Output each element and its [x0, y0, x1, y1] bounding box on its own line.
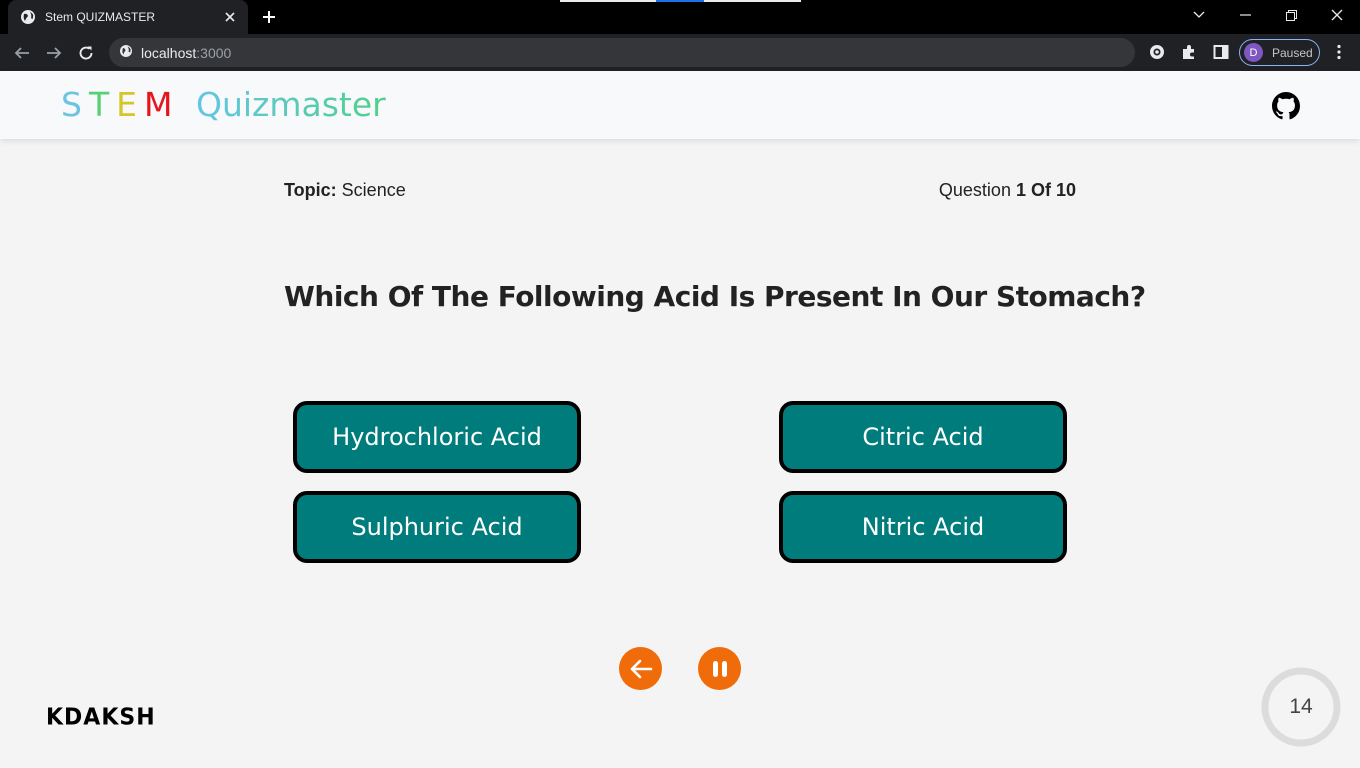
forward-arrow-icon[interactable] — [41, 40, 67, 66]
logo-letter-t: T — [88, 85, 110, 124]
logo-letter-m: M — [143, 85, 173, 124]
browser-toolbar: localhost:3000 D Paused — [0, 34, 1360, 71]
logo-letter-e: E — [116, 85, 137, 124]
tab-strip-highlight-accent — [656, 0, 704, 2]
tab-search-chevron-down-icon[interactable] — [1176, 0, 1222, 30]
topic-line: Topic: Science — [284, 180, 406, 201]
side-panel-icon[interactable] — [1211, 42, 1231, 62]
previous-button[interactable] — [619, 647, 662, 690]
browser-tab-strip: Stem QUIZMASTER — [0, 0, 1360, 34]
option-button-1[interactable]: Hydrochloric Acid — [293, 401, 581, 473]
url-host: localhost — [141, 44, 197, 61]
github-icon[interactable] — [1272, 92, 1300, 120]
topic-label: Topic: — [284, 180, 337, 200]
profile-button[interactable]: D Paused — [1239, 39, 1320, 66]
globe-icon — [20, 9, 36, 25]
author-signature: KDAKSH — [46, 704, 156, 731]
timer-value: 14 — [1289, 695, 1313, 718]
question-text: Which Of The Following Acid Is Present I… — [284, 280, 1146, 313]
app-header: STEM Quizmaster — [0, 71, 1360, 139]
minimize-icon[interactable] — [1222, 0, 1268, 30]
extensions-puzzle-icon[interactable] — [1179, 42, 1199, 62]
profile-status-label: Paused — [1272, 45, 1313, 60]
close-icon[interactable] — [222, 9, 238, 25]
option-button-2[interactable]: Citric Acid — [779, 401, 1067, 473]
option-button-4[interactable]: Nitric Acid — [779, 491, 1067, 563]
window-close-icon[interactable] — [1314, 0, 1360, 30]
site-permissions-icon[interactable] — [1147, 42, 1167, 62]
url-port: :3000 — [196, 44, 232, 61]
question-counter-progress: 1 Of 10 — [1015, 180, 1076, 200]
kebab-menu-icon[interactable] — [1329, 42, 1349, 62]
option-button-3[interactable]: Sulphuric Acid — [293, 491, 581, 563]
browser-tab[interactable]: Stem QUIZMASTER — [8, 0, 248, 34]
pause-icon — [712, 660, 727, 677]
tab-title: Stem QUIZMASTER — [45, 10, 156, 24]
question-counter-label: Question — [938, 180, 1011, 200]
url-text: localhost:3000 — [141, 45, 231, 61]
new-tab-plus-icon[interactable] — [259, 7, 279, 27]
avatar: D — [1244, 43, 1263, 62]
app-logo[interactable]: STEM Quizmaster — [61, 85, 386, 124]
tab-strip-highlight-end — [704, 0, 801, 2]
restore-icon[interactable] — [1268, 0, 1314, 30]
address-bar[interactable]: localhost:3000 — [109, 38, 1135, 67]
pause-button[interactable] — [698, 647, 741, 690]
reload-icon[interactable] — [73, 40, 99, 66]
countdown-timer: 14 — [1258, 664, 1344, 750]
logo-letter-s: S — [61, 85, 82, 124]
tab-strip-highlight — [560, 0, 656, 2]
question-counter: Question 1 Of 10 — [939, 180, 1076, 201]
arrow-left-icon — [630, 659, 652, 678]
logo-word: Quizmaster — [195, 85, 386, 124]
topic-value: Science — [341, 180, 406, 200]
site-info-icon[interactable] — [119, 43, 133, 62]
back-arrow-icon[interactable] — [9, 40, 35, 66]
logo-stem-letters: STEM — [61, 85, 190, 124]
